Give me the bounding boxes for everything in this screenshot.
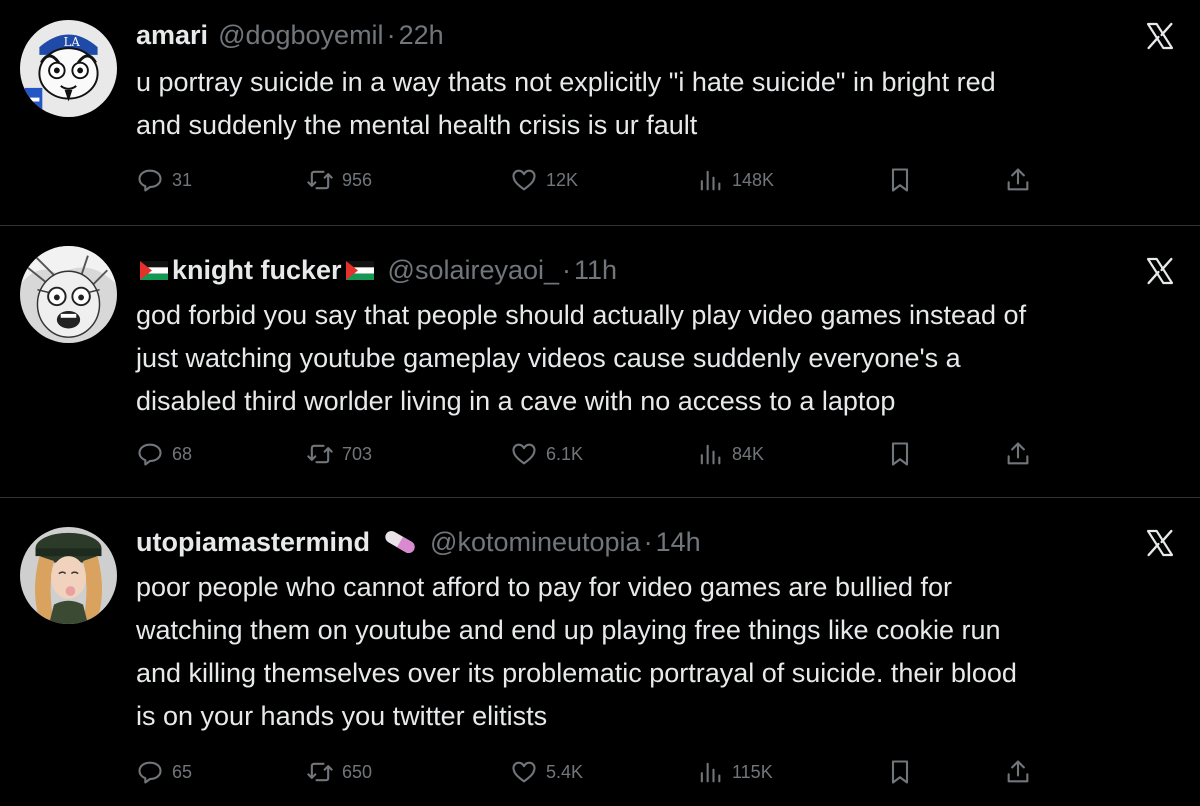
repost-icon	[307, 762, 333, 782]
repost-count: 650	[342, 761, 373, 782]
user-handle[interactable]: @kotomineutopia	[430, 527, 641, 558]
display-name[interactable]: utopiamastermind	[136, 527, 370, 558]
views-count: 84K	[732, 443, 765, 464]
tweet-actions: 68 703 6.1K 84K	[136, 439, 1036, 469]
views-icon	[700, 444, 721, 465]
like-button[interactable]: 6.1K	[510, 439, 583, 469]
user-handle[interactable]: @dogboyemil	[218, 20, 384, 51]
reply-icon	[138, 761, 162, 784]
views-button[interactable]: 84K	[696, 439, 764, 469]
tweet-actions: 65 650 5.4K 115K	[136, 757, 1036, 787]
like-icon	[512, 443, 536, 465]
timestamp[interactable]: 22h	[399, 20, 444, 51]
tweet-text-line: poor people who cannot afford to pay for…	[136, 572, 953, 602]
user-handle[interactable]: @solaireyaoi_	[388, 255, 560, 286]
like-count: 5.4K	[546, 761, 584, 782]
timeline-feed: LA amari @dogboyemil · 22h u portray sui…	[0, 0, 1200, 806]
avatar[interactable]	[20, 246, 117, 343]
views-icon	[700, 170, 721, 191]
repost-icon	[307, 444, 333, 464]
tweet-header: knight fucker @solaireyaoi_ · 11h	[136, 253, 617, 287]
x-logo-icon[interactable]	[1144, 20, 1176, 52]
bookmark-icon	[891, 168, 909, 192]
separator-dot: ·	[562, 254, 572, 285]
reply-button[interactable]: 68	[136, 439, 192, 469]
tweet-text: poor people who cannot afford to pay for…	[136, 566, 1186, 738]
reply-button[interactable]: 31	[136, 165, 192, 195]
repost-button[interactable]: 703	[306, 439, 372, 469]
views-count: 148K	[732, 169, 775, 190]
palestine-flag-icon	[345, 260, 374, 280]
timestamp[interactable]: 14h	[656, 527, 701, 558]
separator-dot: ·	[386, 19, 396, 50]
reply-count: 65	[172, 761, 193, 782]
like-icon	[512, 169, 536, 191]
tweet-header: utopiamastermind @kotomineutopia · 14h	[136, 525, 701, 559]
repost-count: 703	[342, 443, 373, 464]
share-icon	[1007, 168, 1029, 191]
tweet-text-line: is on your hands you twitter elitists	[136, 701, 548, 731]
tweet-text-line: and suddenly the mental health crisis is…	[136, 110, 698, 140]
reply-count: 31	[172, 169, 193, 190]
tweet-header: amari @dogboyemil · 22h	[136, 18, 444, 52]
tweet-text-line: and killing themselves over its problema…	[136, 658, 1017, 688]
tweet-actions: 31 956 12K 148K	[136, 165, 1036, 195]
tweet-2[interactable]: knight fucker @solaireyaoi_ · 11h god fo…	[0, 226, 1200, 496]
bookmark-button[interactable]	[886, 439, 922, 469]
x-logo-icon[interactable]	[1144, 527, 1176, 559]
views-button[interactable]: 115K	[696, 757, 773, 787]
like-button[interactable]: 12K	[510, 165, 578, 195]
separator-dot: ·	[643, 526, 653, 557]
views-icon	[700, 762, 721, 783]
tweet-1[interactable]: LA amari @dogboyemil · 22h u portray sui…	[0, 0, 1200, 225]
reply-count: 68	[172, 443, 193, 464]
avatar[interactable]: LA	[20, 20, 117, 117]
share-button[interactable]	[1004, 439, 1040, 469]
tweet-text: u portray suicide in a way thats not exp…	[136, 61, 1186, 147]
like-count: 12K	[546, 169, 579, 190]
pill-icon	[385, 531, 415, 553]
share-button[interactable]	[1004, 165, 1040, 195]
bookmark-icon	[891, 760, 909, 784]
palestine-flag-icon	[140, 260, 168, 280]
bookmark-button[interactable]	[886, 757, 922, 787]
tweet-text-line: watching them on youtube and end up play…	[136, 615, 1001, 645]
reply-icon	[138, 443, 162, 466]
display-name[interactable]: amari	[136, 20, 208, 51]
views-count: 115K	[732, 761, 773, 782]
like-icon	[512, 761, 536, 783]
repost-button[interactable]: 650	[306, 757, 372, 787]
svg-text:LA: LA	[64, 35, 81, 49]
reply-button[interactable]: 65	[136, 757, 192, 787]
tweet-text-line: just watching youtube gameplay videos ca…	[136, 343, 961, 373]
tweet-text-line: u portray suicide in a way thats not exp…	[136, 67, 996, 97]
display-name[interactable]: knight fucker	[172, 255, 342, 286]
bookmark-button[interactable]	[886, 165, 922, 195]
repost-count: 956	[342, 169, 373, 190]
like-button[interactable]: 5.4K	[510, 757, 583, 787]
share-icon	[1007, 760, 1029, 783]
tweet-text-line: god forbid you say that people should ac…	[136, 300, 1027, 330]
tweet-text-line: disabled third worlder living in a cave …	[136, 386, 896, 416]
tweet-text: god forbid you say that people should ac…	[136, 294, 1186, 423]
share-icon	[1007, 442, 1029, 465]
views-button[interactable]: 148K	[696, 165, 774, 195]
repost-button[interactable]: 956	[306, 165, 372, 195]
repost-icon	[307, 170, 333, 190]
timestamp[interactable]: 11h	[574, 255, 617, 286]
reply-icon	[138, 169, 162, 192]
avatar[interactable]	[20, 527, 117, 624]
bookmark-icon	[891, 442, 909, 466]
x-logo-icon[interactable]	[1144, 255, 1176, 287]
tweet-3[interactable]: utopiamastermind @kotomineutopia · 14h p…	[0, 498, 1200, 806]
like-count: 6.1K	[546, 443, 584, 464]
share-button[interactable]	[1004, 757, 1040, 787]
